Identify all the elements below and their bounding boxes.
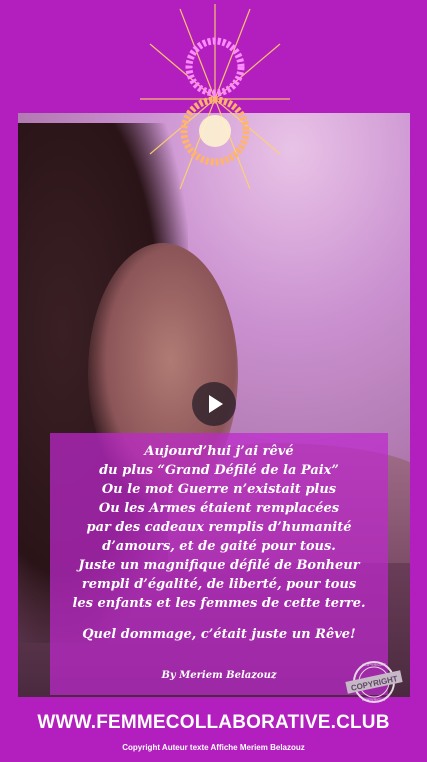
poem-line: d’amours, et de gaité pour tous. [102,539,336,554]
poem-line: Juste un magnifique défilé de Bonheur [78,558,360,573]
poem-closing: Quel dommage, c’était juste un Rêve! [82,627,356,642]
poem-line: Ou le mot Guerre n’existait plus [101,482,337,497]
poem-line: Ou les Armes étaient remplacées [98,501,340,516]
poem-line: rempli d’égalité, de liberté, pour tous [81,577,357,592]
poem-line: par des cadeaux remplis d’humanité [86,520,352,535]
stamp-top: COPYRIGHT [362,662,386,667]
copyright-stamp: COPYRIGHT COPYRIGHT COPYRIGHT [345,661,403,703]
poem-line: les enfants et les femmes de cette terre… [72,596,366,611]
poem-line: du plus “Grand Défilé de la Paix” [99,463,339,478]
signature: By Meriem Belazouz [161,670,277,681]
poem-line: Aujourd’hui j’ai rêvé [144,444,294,459]
stamp-bottom: COPYRIGHT [362,697,386,702]
infinity-sun-logo [140,4,290,190]
website-link[interactable]: WWW.FEMMECOLLABORATIVE.CLUB [0,712,427,734]
play-button[interactable] [192,382,236,426]
poem-spacer [50,613,388,625]
copyright-text: Copyright Auteur texte Affiche Meriem Be… [122,743,305,752]
poem-text: Aujourd’hui j’ai rêvé du plus “Grand Déf… [50,442,388,644]
